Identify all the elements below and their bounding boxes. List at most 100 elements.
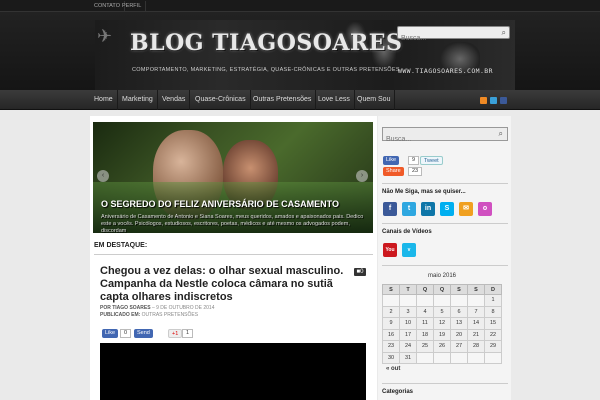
calendar-day: 11 (416, 317, 434, 330)
calendar-day: 7 (467, 305, 485, 318)
calendar-weekday: S (450, 284, 468, 295)
slider-next-button[interactable]: › (356, 170, 368, 182)
nav-item-home[interactable]: Home (90, 90, 118, 110)
calendar-day: 2 (382, 305, 400, 318)
calendar-day: 24 (399, 340, 417, 353)
linkedin-icon[interactable]: in (421, 202, 435, 216)
slider-title[interactable]: O SEGREDO DO FELIZ ANIVERSÁRIO DE CASAME… (101, 199, 339, 209)
calendar-weekday: D (484, 284, 502, 295)
calendar-weekday: Q (433, 284, 451, 295)
divider (382, 183, 508, 184)
calendar-day: 4 (416, 305, 434, 318)
calendar-empty-cell (484, 351, 502, 364)
vimeo-icon[interactable]: v (402, 243, 416, 257)
calendar-day: 1 (484, 294, 502, 307)
comment-count-badge[interactable]: ■0 (354, 268, 366, 276)
nav-item-love-less[interactable]: Love Less (314, 90, 355, 110)
twitter-icon[interactable] (490, 97, 497, 104)
nav-item-quem-sou[interactable]: Quem Sou (353, 90, 396, 110)
calendar-day: 26 (433, 340, 451, 353)
post-category[interactable]: OUTRAS PRETENSÕES (142, 312, 198, 318)
rss-icon[interactable] (480, 97, 487, 104)
calendar-day: 15 (484, 317, 502, 330)
divider (94, 254, 373, 255)
header-search-input[interactable] (398, 33, 493, 44)
header-search: ⌕ (397, 26, 510, 44)
follow-title: Não Me Siga, mas se quiser... (382, 189, 466, 195)
calendar-weekday: T (399, 284, 417, 295)
nav-item-quase-cronicas[interactable]: Quase-Crônicas (191, 90, 251, 110)
twitter-icon[interactable]: t (402, 202, 416, 216)
calendar-day: 18 (416, 328, 434, 341)
by-label: POR (100, 305, 111, 311)
embedded-video[interactable] (100, 343, 366, 400)
sidebar-search-input[interactable] (383, 133, 483, 146)
post-category-line: PUBLICADO EM: OUTRAS PRETENSÕES (100, 312, 198, 318)
divider (382, 383, 508, 384)
calendar-day: 16 (382, 328, 400, 341)
calendar-caption: maio 2016 (427, 273, 457, 279)
calendar-day: 25 (416, 340, 434, 353)
nav-item-outras-pretensoes[interactable]: Outras Pretensões (249, 90, 317, 110)
search-icon[interactable]: ⌕ (499, 129, 503, 139)
fb-send-button[interactable]: Send (134, 329, 153, 338)
calendar-empty-cell (416, 351, 434, 364)
calendar-day: 14 (467, 317, 485, 330)
tweet-button[interactable]: Tweet (420, 156, 443, 165)
calendar-empty-cell (467, 294, 485, 307)
fb-like-button[interactable]: Like (383, 156, 400, 165)
calendar-day: 21 (467, 328, 485, 341)
calendar-weekday: Q (416, 284, 434, 295)
calendar-empty-cell (399, 294, 417, 307)
calendar-day: 30 (382, 351, 400, 364)
top-link-perfil[interactable]: PERFIL (118, 1, 147, 11)
calendar-day: 20 (450, 328, 468, 341)
facebook-icon[interactable]: f (383, 202, 397, 216)
calendar-empty-cell (433, 351, 451, 364)
calendar-weekday: S (467, 284, 485, 295)
orkut-icon[interactable]: o (478, 202, 492, 216)
post-date: – 9 DE OUTUBRO DE 2014 (151, 305, 215, 311)
skype-icon[interactable]: S (440, 202, 454, 216)
calendar-empty-cell (416, 294, 434, 307)
calendar-day: 19 (433, 328, 451, 341)
fb-like-count: 0 (120, 329, 132, 338)
calendar-day: 17 (399, 328, 417, 341)
calendar-day: 8 (484, 305, 502, 318)
slider-description: Aniversário de Casamento de Antonio e Si… (101, 214, 364, 233)
calendar-day: 10 (399, 317, 417, 330)
gplus-button[interactable]: +1 (168, 329, 183, 338)
calendar-prev-link[interactable]: « out (386, 366, 400, 372)
calendar-day: 9 (382, 317, 400, 330)
youtube-icon[interactable]: You (383, 243, 397, 257)
sidebar-search: ⌕ (382, 127, 508, 146)
nav-item-marketing[interactable]: Marketing (118, 90, 158, 110)
calendar-empty-cell (450, 294, 468, 307)
fb-like-button[interactable]: Like (102, 329, 119, 338)
calendar-empty-cell (467, 351, 485, 364)
blog-title[interactable]: BLOG TIAGOSOARES (130, 30, 402, 56)
airplane-icon: ✈ (97, 26, 113, 46)
post-byline: POR TIAGO SOARES – 9 DE OUTUBRO DE 2014 (100, 305, 215, 311)
calendar-day: 6 (450, 305, 468, 318)
slider-prev-button[interactable]: ‹ (97, 170, 109, 182)
facebook-icon[interactable] (500, 97, 507, 104)
calendar-weekday: S (382, 284, 400, 295)
nav-item-vendas[interactable]: Vendas (158, 90, 191, 110)
featured-slider[interactable]: ‹ › O SEGREDO DO FELIZ ANIVERSÁRIO DE CA… (93, 122, 373, 233)
featured-label: EM DESTAQUE: (94, 242, 148, 249)
calendar-day: 13 (450, 317, 468, 330)
search-icon[interactable]: ⌕ (502, 28, 506, 38)
calendar-empty-cell (382, 294, 400, 307)
calendar-empty-cell (433, 294, 451, 307)
fb-like-count: 9 (408, 156, 420, 165)
post-title[interactable]: Chegou a vez delas: o olhar sexual mascu… (100, 265, 350, 304)
top-bar: CONTATO PERFIL (0, 0, 600, 12)
post-author[interactable]: TIAGO SOARES (112, 305, 150, 311)
calendar-day: 12 (433, 317, 451, 330)
rss-mail-icon[interactable]: ✉ (459, 202, 473, 216)
published-label: PUBLICADO EM: (100, 312, 141, 318)
calendar-day: 28 (467, 340, 485, 353)
calendar-empty-cell (450, 351, 468, 364)
share-button[interactable]: Share (383, 167, 404, 176)
